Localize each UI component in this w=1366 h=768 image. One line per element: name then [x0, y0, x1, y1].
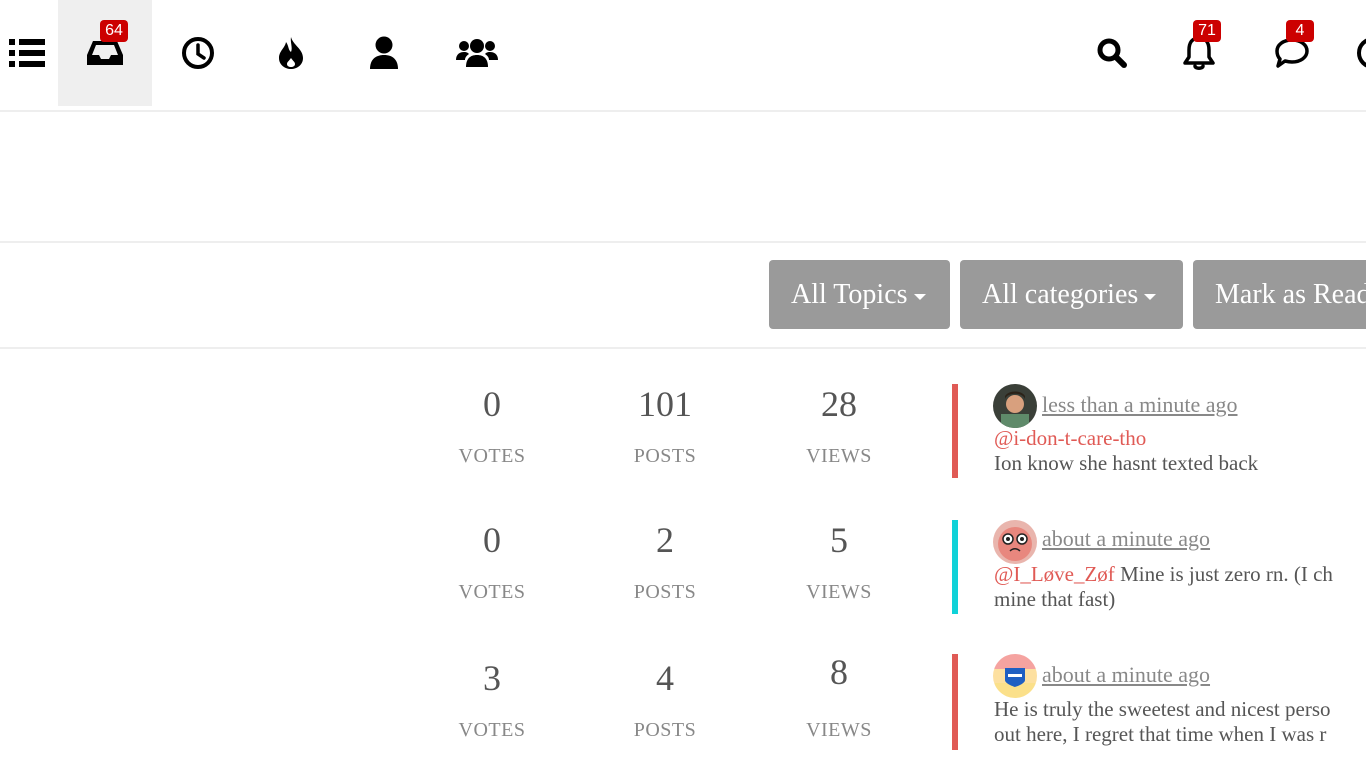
inbox-icon [87, 41, 123, 65]
posts-label: POSTS [633, 581, 697, 603]
posts-label: POSTS [633, 445, 697, 467]
posts-label: POSTS [633, 719, 697, 741]
avatar[interactable] [993, 520, 1037, 564]
category-filter-button[interactable]: All categories [960, 260, 1183, 329]
views-label: VIEWS [806, 581, 872, 603]
recent-icon [182, 37, 214, 69]
votes-label: VOTES [458, 719, 526, 741]
posts-count: 2 [656, 520, 674, 560]
chats-badge: 4 [1286, 20, 1314, 42]
recent-button[interactable] [151, 0, 245, 106]
profile-button[interactable] [1340, 0, 1366, 106]
views-stat: 5 VIEWS [779, 520, 899, 604]
popular-icon [279, 37, 303, 69]
top-navigation: 64 71 4 [0, 0, 1366, 112]
topic-row[interactable]: 0 VOTES 101 POSTS 28 VIEWS less than a m… [0, 370, 1366, 506]
avatar-icon [1357, 38, 1366, 68]
user-mention[interactable]: @I_Løve_Zøf [994, 562, 1115, 586]
views-stat: 8 VIEWS [779, 652, 899, 742]
category-color-bar [952, 654, 958, 750]
mark-read-label: Mark as Read [1215, 279, 1366, 310]
search-icon [1097, 38, 1127, 68]
teaser-line: out here, I regret that time when I was … [994, 722, 1327, 746]
votes-count: 0 [483, 384, 501, 424]
popular-button[interactable] [244, 0, 338, 106]
posts-count: 101 [638, 384, 692, 424]
mark-read-button[interactable]: Mark as Read [1193, 260, 1366, 329]
category-color-bar [952, 384, 958, 478]
topic-filter-button[interactable]: All Topics [769, 260, 950, 329]
notifications-button[interactable]: 71 [1152, 0, 1246, 106]
divider [0, 241, 1366, 243]
menu-icon [9, 39, 45, 67]
teaser-text: @i-don-t-care-tho Ion know she hasnt tex… [994, 426, 1366, 476]
teaser-line: mine that fast) [994, 587, 1116, 611]
teaser-text: @I_Løve_Zøf Mine is just zero rn. (I ch … [994, 562, 1366, 612]
avatar-image [993, 384, 1037, 428]
views-stat: 28 VIEWS [779, 384, 899, 468]
last-post-time-link[interactable]: about a minute ago [1042, 662, 1210, 688]
caret-down-icon [1144, 293, 1157, 300]
avatar[interactable] [993, 654, 1037, 698]
inbox-badge: 64 [100, 20, 128, 42]
views-count: 28 [821, 384, 857, 424]
user-icon [370, 36, 398, 69]
groups-icon [456, 39, 498, 67]
votes-stat: 0 VOTES [432, 520, 552, 604]
notifications-badge: 71 [1193, 20, 1221, 42]
caret-down-icon [913, 293, 926, 300]
last-post-time-link[interactable]: about a minute ago [1042, 526, 1210, 552]
menu-button[interactable] [0, 0, 58, 106]
topic-row[interactable]: 3 VOTES 4 POSTS 8 VIEWS about a minute a… [0, 640, 1366, 768]
votes-count: 0 [483, 520, 501, 560]
posts-stat: 4 POSTS [605, 658, 725, 742]
category-filter-label: All categories [982, 279, 1139, 310]
groups-button[interactable] [430, 0, 524, 106]
user-mention[interactable]: @i-don-t-care-tho [994, 426, 1146, 450]
votes-label: VOTES [458, 445, 526, 467]
chats-button[interactable]: 4 [1245, 0, 1339, 106]
inbox-button[interactable]: 64 [58, 0, 152, 106]
teaser-text: He is truly the sweetest and nicest pers… [994, 697, 1366, 747]
topic-row[interactable]: 0 VOTES 2 POSTS 5 VIEWS about a minute a… [0, 506, 1366, 642]
search-button[interactable] [1065, 0, 1159, 106]
posts-stat: 101 POSTS [605, 384, 725, 468]
views-count: 5 [830, 520, 848, 560]
posts-stat: 2 POSTS [605, 520, 725, 604]
topic-filter-label: All Topics [791, 279, 908, 310]
category-color-bar [952, 520, 958, 614]
votes-stat: 3 VOTES [432, 658, 552, 742]
teaser-line: Ion know she hasnt texted back [994, 451, 1259, 475]
votes-label: VOTES [458, 581, 526, 603]
votes-stat: 0 VOTES [432, 384, 552, 468]
votes-count: 3 [483, 658, 501, 698]
avatar-image [993, 654, 1037, 698]
teaser-line: He is truly the sweetest and nicest pers… [994, 697, 1331, 721]
views-count: 8 [830, 652, 848, 692]
posts-count: 4 [656, 658, 674, 698]
user-button[interactable] [337, 0, 431, 106]
last-post-time-link[interactable]: less than a minute ago [1042, 392, 1238, 418]
avatar[interactable] [993, 384, 1037, 428]
views-label: VIEWS [806, 719, 872, 741]
divider [0, 347, 1366, 349]
avatar-image [993, 520, 1037, 564]
views-label: VIEWS [806, 445, 872, 467]
teaser-line: Mine is just zero rn. (I ch [1114, 562, 1333, 586]
